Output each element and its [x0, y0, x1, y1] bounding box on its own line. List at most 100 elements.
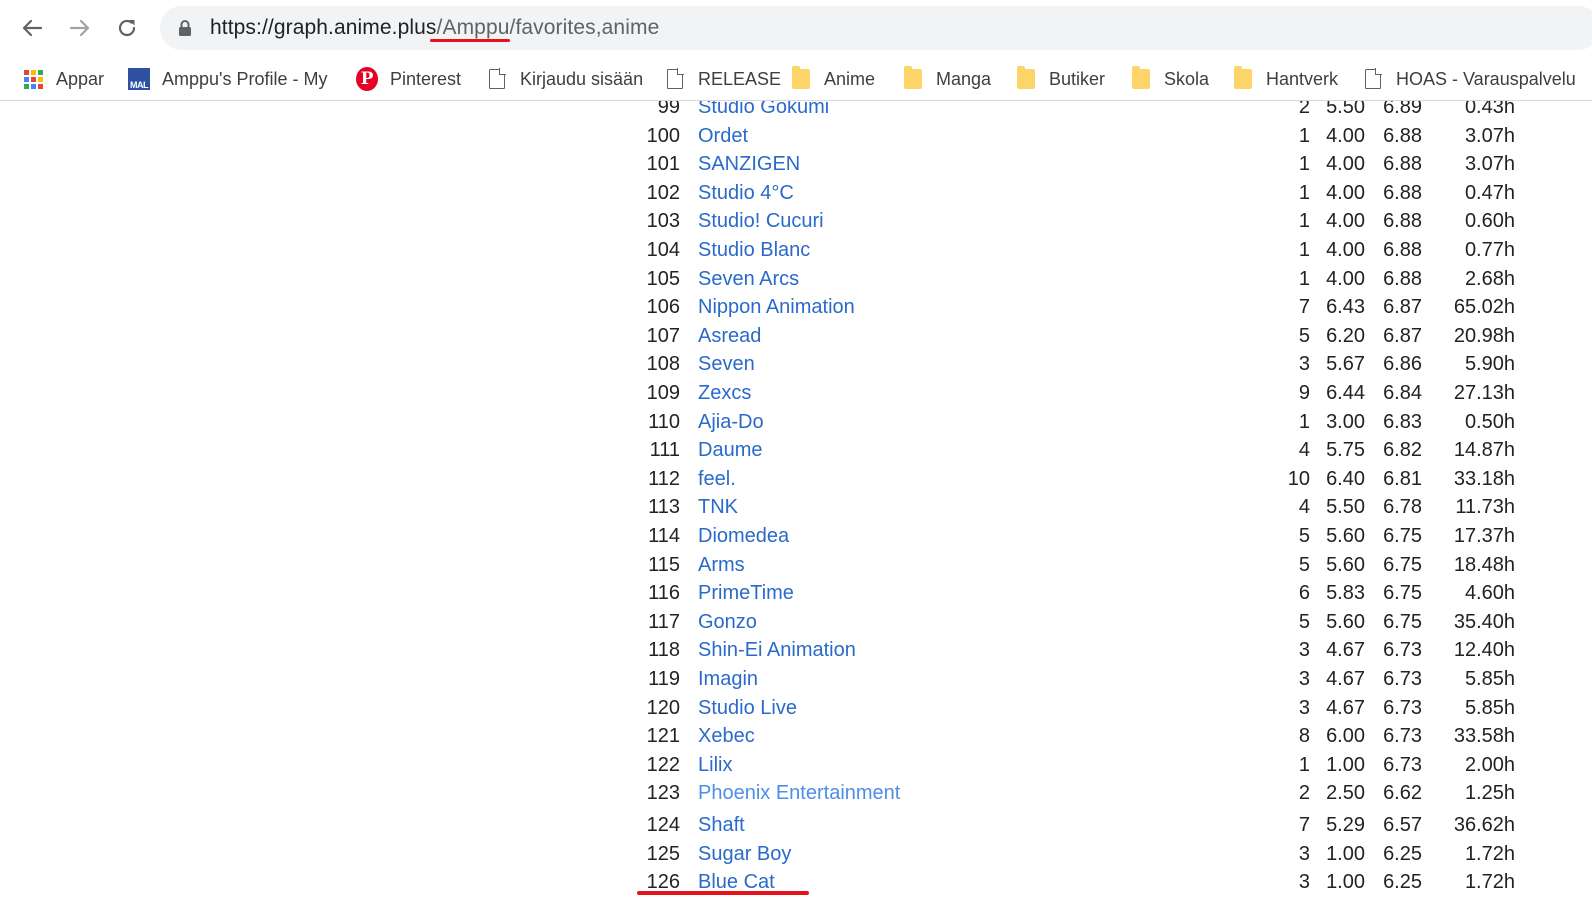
rank-cell: 101	[646, 153, 680, 176]
table-row: 102 Studio 4°C 1 4.00 6.88 0.47h	[0, 179, 1592, 208]
weighted-score-cell: 6.82	[1383, 439, 1422, 462]
weighted-score-cell: 6.62	[1383, 782, 1422, 805]
studio-name-link[interactable]: feel.	[698, 465, 736, 494]
studio-name-link[interactable]: PrimeTime	[698, 579, 794, 608]
address-bar[interactable]: https://graph.anime.plus/Amppu/favorites…	[160, 6, 1592, 50]
time-spent-cell: 1.25h	[1464, 782, 1515, 805]
count-cell: 5	[1298, 610, 1310, 633]
bookmark-release[interactable]: RELEASE	[664, 64, 781, 94]
studio-name-link[interactable]: Diomedea	[698, 522, 789, 551]
weighted-score-cell: 6.87	[1383, 296, 1422, 319]
table-row: 113 TNK 4 5.50 6.78 11.73h	[0, 493, 1592, 522]
rank-cell: 109	[646, 382, 680, 404]
mean-score-cell: 5.60	[1326, 610, 1365, 633]
mean-score-cell: 5.83	[1326, 582, 1365, 605]
bookmark-folder-butiker[interactable]: Butiker	[1015, 64, 1105, 94]
reload-button[interactable]	[109, 10, 145, 46]
weighted-score-cell: 6.86	[1383, 353, 1422, 376]
back-button[interactable]	[14, 10, 50, 46]
table-row: 121 Xebec 8 6.00 6.73 33.58h	[0, 722, 1592, 751]
mean-score-cell: 5.50	[1326, 496, 1365, 519]
studio-name-link[interactable]: Studio Live	[698, 694, 797, 723]
rank-cell: 108	[646, 353, 680, 376]
time-spent-cell: 65.02h	[1453, 296, 1515, 319]
studio-name-link[interactable]: Studio 4°C	[698, 179, 794, 208]
bookmark-pinterest[interactable]: P Pinterest	[356, 64, 461, 94]
studio-name-link[interactable]: Xebec	[698, 722, 755, 751]
time-spent-cell: 11.73h	[1455, 496, 1515, 519]
bookmark-folder-manga[interactable]: Manga	[902, 64, 991, 94]
table-row: 105 Seven Arcs 1 4.00 6.88 2.68h	[0, 265, 1592, 294]
studio-name-link[interactable]: Daume	[698, 436, 762, 465]
bookmark-kirjaudu[interactable]: Kirjaudu sisään	[486, 64, 643, 94]
weighted-score-cell: 6.88	[1383, 210, 1422, 233]
time-spent-cell: 1.72h	[1464, 871, 1515, 894]
time-spent-cell: 0.60h	[1464, 210, 1515, 233]
page-icon	[486, 68, 508, 90]
rank-cell: 113	[648, 496, 680, 519]
count-cell: 1	[1298, 239, 1310, 261]
bookmark-folder-skola[interactable]: Skola	[1130, 64, 1209, 94]
studio-name-link[interactable]: Ordet	[698, 122, 748, 151]
studio-name-link[interactable]: Studio Blanc	[698, 236, 810, 265]
studio-name-link[interactable]: Lilix	[698, 751, 732, 780]
studio-name-link[interactable]: Nippon Animation	[698, 293, 855, 322]
table-row: 99 Studio Gokumi 2 5.50 6.89 0.43h	[0, 101, 1592, 122]
bookmark-appar[interactable]: Appar	[22, 64, 104, 94]
studio-name-link[interactable]: Studio! Cucuri	[698, 207, 824, 236]
studio-name-link[interactable]: Seven Arcs	[698, 265, 799, 294]
bookmark-hoas[interactable]: HOAS - Varauspalvelu	[1362, 64, 1576, 94]
studio-name-link[interactable]: Gonzo	[698, 608, 757, 637]
count-cell: 4	[1298, 496, 1310, 519]
studio-name-link[interactable]: Shin-Ei Animation	[698, 636, 856, 665]
bookmark-folder-hantverk[interactable]: Hantverk	[1232, 64, 1338, 94]
studio-name-link[interactable]: Arms	[698, 551, 745, 580]
count-cell: 7	[1298, 296, 1310, 319]
count-cell: 3	[1298, 639, 1310, 662]
count-cell: 1	[1298, 153, 1310, 176]
studio-name-link[interactable]: SANZIGEN	[698, 150, 800, 179]
table-row: 120 Studio Live 3 4.67 6.73 5.85h	[0, 694, 1592, 723]
studio-name-link[interactable]: Phoenix Entertainment	[698, 779, 900, 808]
studio-name-link[interactable]: Imagin	[698, 665, 758, 694]
count-cell: 6	[1298, 582, 1310, 605]
weighted-score-cell: 6.88	[1383, 267, 1422, 290]
studio-name-link[interactable]: TNK	[698, 493, 738, 522]
rank-cell: 104	[646, 239, 680, 261]
studio-name-link[interactable]: Sugar Boy	[698, 840, 791, 869]
time-spent-cell: 0.43h	[1464, 101, 1515, 118]
mean-score-cell: 5.75	[1326, 439, 1365, 462]
rank-cell: 102	[646, 181, 680, 204]
bookmark-mal-profile[interactable]: MAL Amppu's Profile - My	[128, 64, 327, 94]
studio-name-link[interactable]: Studio Gokumi	[698, 101, 829, 122]
rank-cell: 111	[649, 439, 680, 462]
mean-score-cell: 1.00	[1326, 871, 1365, 894]
studio-name-link[interactable]: Ajia-Do	[698, 408, 764, 437]
studio-name-link[interactable]: Zexcs	[698, 379, 751, 408]
url-text[interactable]: https://graph.anime.plus/Amppu/favorites…	[210, 16, 659, 40]
bookmark-folder-anime[interactable]: Anime	[790, 64, 875, 94]
mal-icon: MAL	[128, 68, 150, 90]
count-cell: 2	[1298, 101, 1310, 118]
table-row: 116 PrimeTime 6 5.83 6.75 4.60h	[0, 579, 1592, 608]
table-row: 112 feel. 10 6.40 6.81 33.18h	[0, 465, 1592, 494]
time-spent-cell: 3.07h	[1464, 124, 1515, 147]
studio-name-link[interactable]: Shaft	[698, 811, 745, 840]
table-row: 123 Phoenix Entertainment 2 2.50 6.62 1.25h	[0, 779, 1592, 808]
table-row: 109 Zexcs 9 6.44 6.84 27.13h	[0, 379, 1592, 408]
weighted-score-cell: 6.84	[1383, 382, 1422, 404]
studio-name-link[interactable]: Seven	[698, 350, 755, 379]
studio-name-link[interactable]: Asread	[698, 322, 761, 351]
time-spent-cell: 0.77h	[1464, 239, 1515, 261]
time-spent-cell: 5.85h	[1464, 668, 1515, 690]
mean-score-cell: 4.00	[1326, 124, 1365, 147]
rank-cell: 105	[646, 267, 680, 290]
time-spent-cell: 0.50h	[1464, 410, 1515, 433]
count-cell: 8	[1298, 725, 1310, 748]
weighted-score-cell: 6.75	[1383, 610, 1422, 633]
time-spent-cell: 17.37h	[1453, 525, 1515, 547]
forward-button[interactable]	[62, 10, 98, 46]
time-spent-cell: 18.48h	[1453, 553, 1515, 576]
count-cell: 7	[1298, 813, 1310, 836]
page-icon	[1362, 68, 1384, 90]
